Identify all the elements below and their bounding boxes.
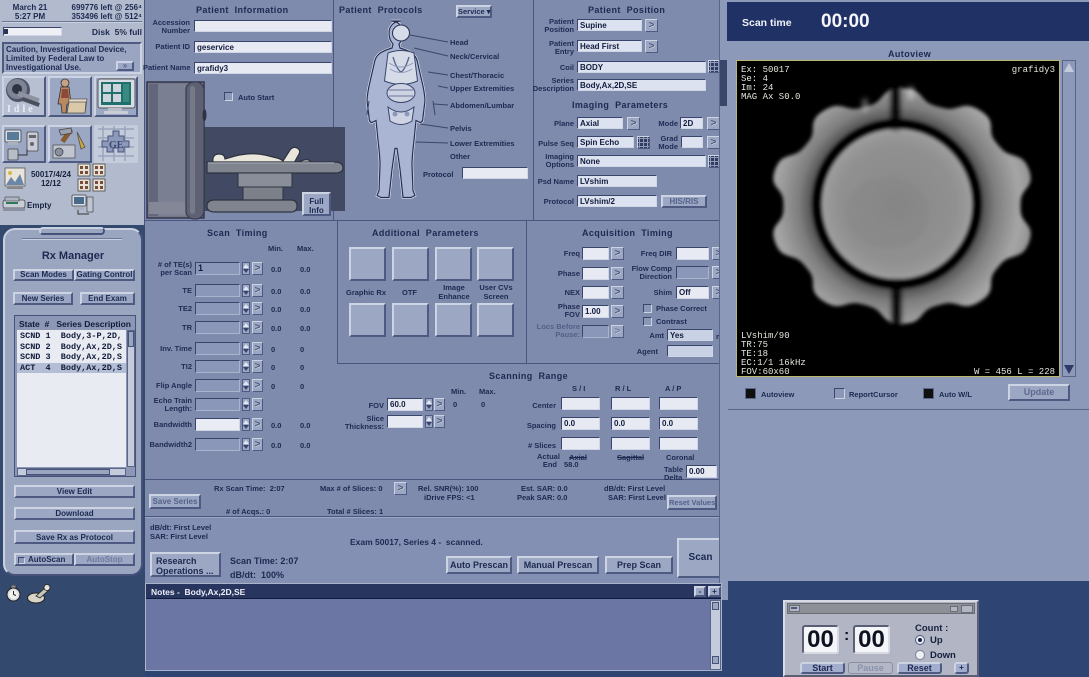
svg-text:W = 456 L = 228: W = 456 L = 228 [974, 367, 1055, 376]
svg-text:FOV:60x60: FOV:60x60 [741, 367, 790, 376]
svg-text:Idle: Idle [7, 104, 36, 115]
svg-text:grafidy3: grafidy3 [1012, 65, 1055, 75]
svg-text:MAG Ax S0.0: MAG Ax S0.0 [741, 92, 800, 102]
svg-text:GE: GE [109, 140, 124, 151]
